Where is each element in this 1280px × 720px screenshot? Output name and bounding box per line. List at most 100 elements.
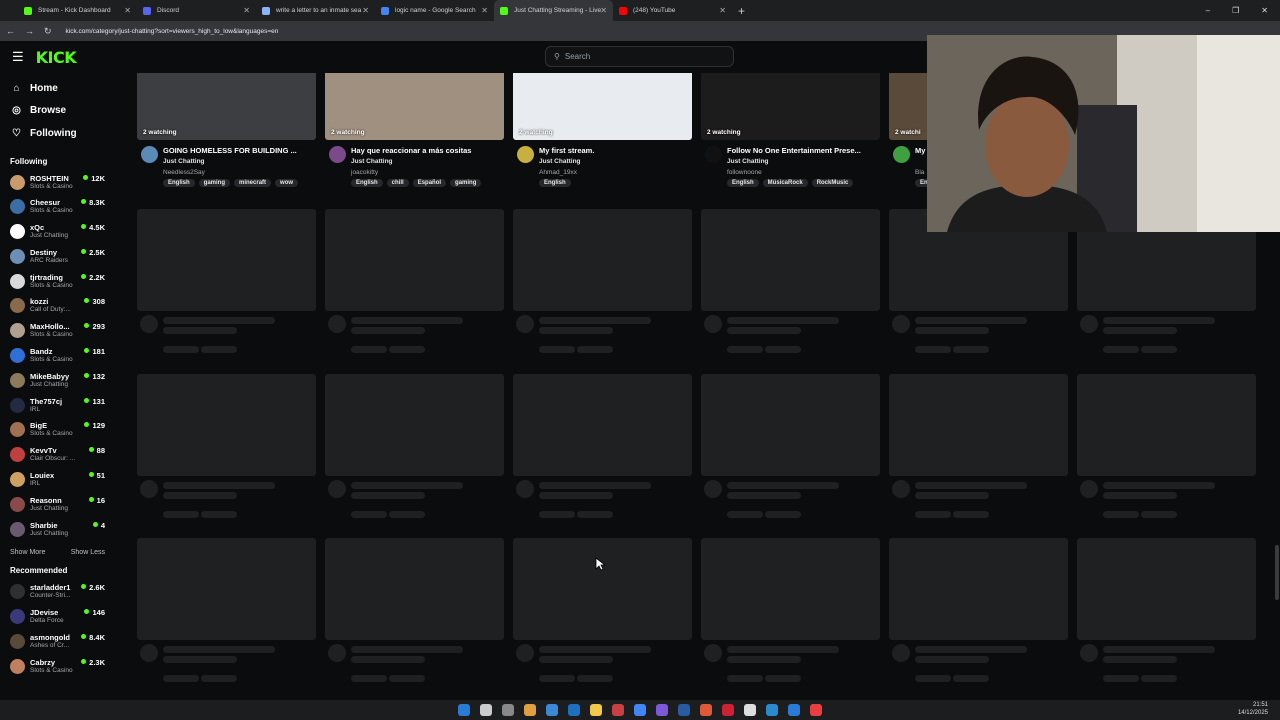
taskbar-app-icon[interactable]: [458, 704, 470, 716]
nav-browse[interactable]: ◎ Browse: [0, 100, 125, 123]
maximize-icon[interactable]: ❐: [1232, 6, 1239, 15]
search-input[interactable]: ⚲ Search: [545, 46, 734, 67]
page-scrollbar[interactable]: [1275, 545, 1279, 600]
taskbar-app-icon[interactable]: [502, 704, 514, 716]
stream-card[interactable]: 2 watching My first stream. Just Chatting A…: [513, 73, 692, 187]
channel-name[interactable]: follownoone: [727, 169, 762, 176]
taskbar-app-icon[interactable]: [524, 704, 536, 716]
stream-tag[interactable]: English: [727, 179, 759, 187]
kick-logo[interactable]: KICK: [36, 48, 77, 67]
close-tab-icon[interactable]: ✕: [362, 6, 369, 15]
stream-thumbnail[interactable]: 2 watching: [137, 73, 316, 140]
stream-title[interactable]: Hay que reaccionar a más cositas: [351, 146, 501, 155]
taskbar-app-icon[interactable]: [480, 704, 492, 716]
avatar[interactable]: [705, 146, 722, 163]
taskbar-app-icon[interactable]: [788, 704, 800, 716]
sidebar-channel[interactable]: Louiex IRL 51: [0, 468, 125, 493]
avatar[interactable]: [517, 146, 534, 163]
stream-title[interactable]: My first stream.: [539, 146, 689, 155]
stream-tag[interactable]: Español: [412, 179, 447, 187]
sidebar-channel[interactable]: kozzi Call of Duty:... 308: [0, 294, 125, 319]
stream-tag[interactable]: chill: [386, 179, 409, 187]
sidebar-channel[interactable]: BigE Slots & Casino 129: [0, 418, 125, 443]
taskbar-app-icon[interactable]: [590, 704, 602, 716]
stream-title[interactable]: Follow No One Entertainment Prese...: [727, 146, 877, 155]
avatar[interactable]: [141, 146, 158, 163]
sidebar-channel[interactable]: ROSHTEIN Slots & Casino 12K: [0, 171, 125, 196]
taskbar-app-icon[interactable]: [546, 704, 558, 716]
stream-tag[interactable]: minecraft: [234, 179, 272, 187]
new-tab-button[interactable]: +: [738, 4, 745, 18]
taskbar-app-icon[interactable]: [766, 704, 778, 716]
browser-tab[interactable]: logic name - Google Search ✕: [375, 0, 494, 21]
stream-tag[interactable]: English: [539, 179, 571, 187]
stream-thumbnail[interactable]: 2 watching: [513, 73, 692, 140]
stream-card[interactable]: 2 watching Hay que reaccionar a más cosit…: [325, 73, 504, 187]
sidebar-channel[interactable]: Sharbie Just Chatting 4: [0, 518, 125, 543]
sidebar-channel[interactable]: MaxHollo... Slots & Casino 293: [0, 319, 125, 344]
sidebar-channel[interactable]: MikeBabyy Just Chatting 132: [0, 369, 125, 394]
sidebar-channel[interactable]: Cheesur Slots & Casino 8.3K: [0, 195, 125, 220]
sidebar-channel[interactable]: KevvTv Clair Obscur: ... 88: [0, 443, 125, 468]
back-icon[interactable]: ←: [6, 26, 15, 36]
sidebar-channel[interactable]: JDevise Delta Force 146: [0, 605, 125, 630]
minimize-icon[interactable]: –: [1206, 6, 1210, 15]
nav-following[interactable]: ♡ Following: [0, 122, 125, 145]
channel-name[interactable]: joacokitty: [351, 169, 378, 176]
sidebar-channel[interactable]: xQc Just Chatting 4.5K: [0, 220, 125, 245]
reload-icon[interactable]: ↻: [44, 26, 52, 37]
stream-thumbnail[interactable]: 2 watching: [701, 73, 880, 140]
stream-tag[interactable]: wow: [275, 179, 299, 187]
browser-tab[interactable]: write a letter to an inmate sea ✕: [256, 0, 375, 21]
browser-tab[interactable]: Just Chatting Streaming - Live ✕: [494, 0, 613, 21]
stream-card[interactable]: 2 watching GOING HOMELESS FOR BUILDING ..…: [137, 73, 316, 187]
stream-title[interactable]: GOING HOMELESS FOR BUILDING ...: [163, 146, 313, 155]
close-tab-icon[interactable]: ✕: [243, 6, 250, 15]
taskbar-app-icon[interactable]: [634, 704, 646, 716]
sidebar-channel[interactable]: starladder1 Counter-Stri... 2.6K: [0, 580, 125, 605]
taskbar-app-icon[interactable]: [810, 704, 822, 716]
channel-name[interactable]: Needless2Say: [163, 169, 205, 176]
avatar[interactable]: [893, 146, 910, 163]
show-more-button[interactable]: Show More: [10, 549, 45, 556]
channel-name[interactable]: Ahmad_19xx: [539, 169, 577, 176]
stream-tag[interactable]: English: [163, 179, 195, 187]
taskbar-app-icon[interactable]: [700, 704, 712, 716]
url-text[interactable]: kick.com/category/just-chatting?sort=vie…: [66, 28, 279, 35]
close-tab-icon[interactable]: ✕: [600, 6, 607, 15]
stream-category[interactable]: Just Chatting: [351, 158, 393, 165]
menu-icon[interactable]: ☰: [12, 49, 24, 65]
taskbar-app-icon[interactable]: [744, 704, 756, 716]
stream-category[interactable]: Just Chatting: [727, 158, 769, 165]
show-less-button[interactable]: Show Less: [71, 549, 105, 556]
sidebar-channel[interactable]: The757cj IRL 131: [0, 394, 125, 419]
sidebar-channel[interactable]: Reasonn Just Chatting 16: [0, 493, 125, 518]
nav-home[interactable]: ⌂ Home: [0, 77, 125, 100]
stream-card[interactable]: 2 watching Follow No One Entertainment Pr…: [701, 73, 880, 187]
stream-tag[interactable]: RockMusic: [811, 179, 854, 187]
sidebar-channel[interactable]: Cabrzy Slots & Casino 2.3K: [0, 655, 125, 680]
stream-thumbnail[interactable]: 2 watching: [325, 73, 504, 140]
forward-icon[interactable]: →: [25, 26, 34, 36]
sidebar-channel[interactable]: tjrtrading Slots & Casino 2.2K: [0, 270, 125, 295]
close-tab-icon[interactable]: ✕: [481, 6, 488, 15]
sidebar-channel[interactable]: Bandz Slots & Casino 181: [0, 344, 125, 369]
browser-tab[interactable]: (248) YouTube ✕: [613, 0, 732, 21]
sidebar-channel[interactable]: Destiny ARC Raiders 2.5K: [0, 245, 125, 270]
sidebar-channel[interactable]: asmongold Ashes of Cr... 8.4K: [0, 630, 125, 655]
close-tab-icon[interactable]: ✕: [719, 6, 726, 15]
close-tab-icon[interactable]: ✕: [124, 6, 131, 15]
stream-category[interactable]: Just Chatting: [163, 158, 205, 165]
browser-tab[interactable]: Stream - Kick Dashboard ✕: [18, 0, 137, 21]
stream-category[interactable]: Just Chatting: [539, 158, 581, 165]
taskbar-app-icon[interactable]: [678, 704, 690, 716]
taskbar-app-icon[interactable]: [568, 704, 580, 716]
taskbar-clock[interactable]: 21:51 14/12/2025: [1238, 701, 1268, 717]
stream-tag[interactable]: gaming: [450, 179, 482, 187]
avatar[interactable]: [329, 146, 346, 163]
taskbar-app-icon[interactable]: [612, 704, 624, 716]
stream-tag[interactable]: English: [351, 179, 383, 187]
taskbar-app-icon[interactable]: [722, 704, 734, 716]
stream-tag[interactable]: gaming: [198, 179, 231, 187]
channel-name[interactable]: Bla: [915, 169, 924, 176]
